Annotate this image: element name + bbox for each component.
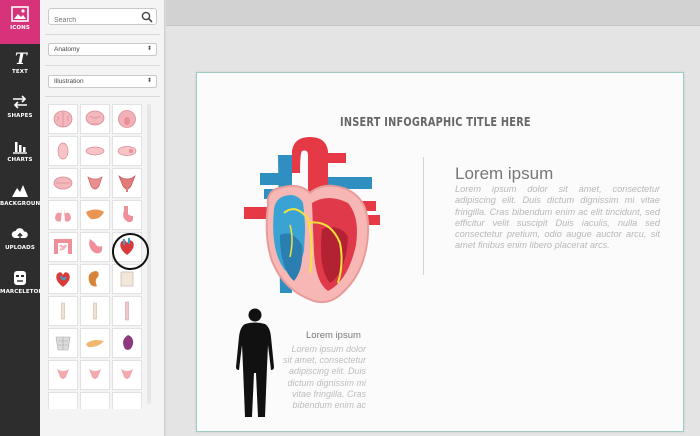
lungs-icon [55, 208, 71, 222]
human-silhouette-icon[interactable] [234, 307, 276, 420]
image-icon [11, 6, 29, 22]
rail-shapes[interactable]: SHAPES [0, 88, 40, 132]
rail-background[interactable]: BACKGROUND [0, 176, 45, 220]
organ-thumb[interactable] [112, 360, 142, 390]
organ-thumb[interactable] [112, 200, 142, 230]
main-body-text[interactable]: Lorem ipsum dolor sit amet, consectetur … [455, 184, 660, 252]
search-box [48, 8, 157, 28]
small-body-text[interactable]: Lorem ipsum dolor sit amet, consectetur … [280, 344, 366, 411]
select-arrows-icon: ⬍ [146, 46, 152, 52]
uterus-icon [57, 369, 69, 379]
divider-line [423, 157, 424, 275]
rail-uploads[interactable]: UPLOADS [0, 220, 40, 264]
organ-thumb[interactable] [48, 360, 78, 390]
ribcage-icon [55, 336, 71, 351]
organ-thumb[interactable] [48, 200, 78, 230]
face-icon [14, 271, 26, 285]
small-heading[interactable]: Lorem ipsum [306, 330, 361, 341]
organ-thumb[interactable] [48, 392, 78, 409]
organ-thumb[interactable] [80, 392, 110, 409]
kidney-icon [88, 271, 99, 287]
heart-illustration[interactable] [244, 133, 382, 307]
liver-icon [86, 209, 104, 220]
heart-icon [56, 272, 70, 287]
rail-charts[interactable]: CHARTS [0, 132, 40, 176]
organ-thumb[interactable] [48, 264, 78, 294]
organ-thumb[interactable] [48, 328, 78, 358]
organ-thumb[interactable] [112, 136, 142, 166]
rail-text-label: TEXT [12, 69, 28, 75]
brain-side-icon [85, 146, 105, 156]
pancreas-icon [86, 340, 104, 348]
brain-front-thumb[interactable] [80, 104, 110, 134]
organ-thumb[interactable] [80, 296, 110, 326]
bone-icon [120, 271, 134, 287]
infographic-title[interactable]: INSERT INFOGRAPHIC TITLE HERE [340, 114, 531, 129]
organ-thumb[interactable] [48, 136, 78, 166]
organ-thumb[interactable] [112, 328, 142, 358]
search-icon[interactable] [141, 11, 153, 23]
divider [45, 65, 160, 66]
rail-marceletor[interactable]: MARCELETOR [0, 264, 43, 308]
chart-icon [13, 142, 27, 154]
organ-thumb[interactable] [80, 168, 110, 198]
bone-icon [61, 302, 65, 320]
svg-text:T: T [15, 50, 28, 66]
rail-icons-label: ICONS [10, 25, 30, 31]
style-value: Illustration [54, 78, 84, 85]
divider [45, 34, 160, 35]
uterus-icon [87, 176, 103, 190]
search-input[interactable] [49, 13, 135, 28]
organ-thumb[interactable] [48, 168, 78, 198]
uterus-icon [121, 369, 133, 379]
category-value: Anatomy [54, 46, 80, 53]
brain-side-icon [57, 142, 69, 160]
brain-bottom-thumb[interactable] [112, 104, 142, 134]
brain-icon [85, 110, 105, 126]
brain-icon [118, 110, 136, 128]
brain-icon [53, 110, 73, 128]
spleen-icon [123, 335, 134, 350]
main-heading[interactable]: Lorem ipsum [455, 164, 553, 184]
style-select[interactable]: Illustration ⬍ [48, 75, 157, 88]
brain-side-icon [117, 146, 137, 156]
bone-icon [93, 302, 97, 320]
text-icon: T [15, 50, 28, 66]
organ-thumb[interactable] [80, 328, 110, 358]
organ-thumb[interactable] [80, 360, 110, 390]
organ-thumb[interactable] [48, 296, 78, 326]
organ-thumb[interactable] [112, 168, 142, 198]
rail-marceletor-label: MARCELETOR [0, 289, 43, 295]
rail-shapes-label: SHAPES [7, 113, 33, 119]
select-arrows-icon: ⬍ [146, 78, 152, 84]
mountain-icon [12, 185, 28, 197]
stomach-icon [123, 206, 134, 223]
selection-highlight-circle [112, 233, 149, 270]
organ-thumb[interactable] [112, 392, 142, 409]
organ-thumb[interactable] [48, 232, 78, 262]
organ-thumb[interactable] [80, 136, 110, 166]
brain-top-thumb[interactable] [48, 104, 78, 134]
organ-thumb[interactable] [112, 296, 142, 326]
rail-charts-label: CHARTS [7, 157, 33, 163]
brain-icon [53, 176, 73, 190]
top-toolbar [166, 0, 700, 26]
uterus-icon [89, 369, 101, 379]
organ-thumb[interactable] [80, 200, 110, 230]
bone-icon [125, 301, 129, 321]
rail-background-label: BACKGROUND [0, 201, 45, 207]
rail-uploads-label: UPLOADS [5, 245, 35, 251]
category-select[interactable]: Anatomy ⬍ [48, 43, 157, 56]
stomach-icon [89, 239, 103, 254]
organ-thumb[interactable] [80, 232, 110, 262]
cloud-upload-icon [11, 228, 28, 240]
uterus-icon [118, 174, 136, 192]
rail-text[interactable]: T TEXT [0, 44, 40, 88]
shapes-icon [13, 95, 27, 109]
tool-rail: ICONS T TEXT SHAPES CHARTS BACKGROUND UP… [0, 0, 45, 436]
intestine-icon [54, 239, 72, 254]
organ-thumb[interactable] [80, 264, 110, 294]
rail-icons[interactable]: ICONS [0, 0, 40, 44]
divider [45, 96, 160, 97]
